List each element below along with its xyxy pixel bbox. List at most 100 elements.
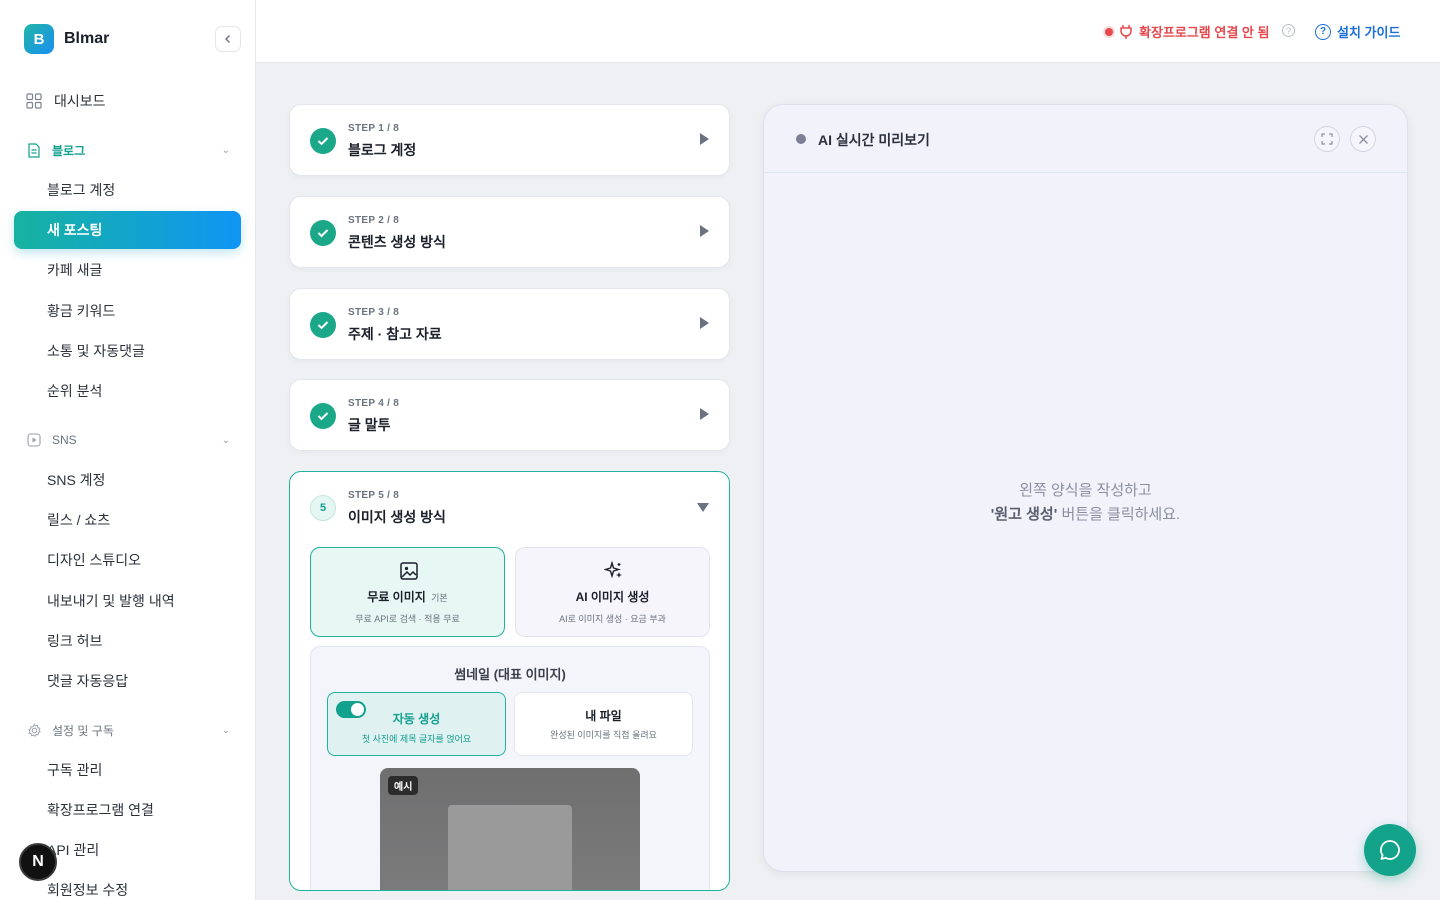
step-card-4[interactable]: STEP 4 / 8 글 말투 [289, 379, 730, 451]
sidebar-item-golden-keyword[interactable]: 황금 키워드 [47, 300, 115, 322]
extension-status-label: 확장프로그램 연결 안 됨 [1139, 25, 1270, 40]
free-image-option[interactable]: 무료 이미지 기본 무료 API로 검색 · 적용 무료 [310, 547, 505, 637]
chat-button[interactable] [1364, 824, 1416, 876]
step-card-5: 5 STEP 5 / 8 이미지 생성 방식 무료 이미지 기본 무료 API로… [289, 471, 730, 891]
chevron-down-icon: ⌄ [221, 145, 230, 156]
sidebar-item-design-studio[interactable]: 디자인 스튜디오 [47, 549, 141, 571]
preview-title: AI 실시간 미리보기 [818, 132, 930, 148]
image-icon [400, 562, 418, 580]
sidebar-item-blog-account[interactable]: 블로그 계정 [47, 179, 115, 201]
collapse-step-toggle[interactable] [697, 503, 709, 512]
sidebar-section-label: 블로그 [52, 144, 86, 158]
check-icon [310, 312, 336, 338]
auto-thumbnail-option[interactable]: 자동 생성 첫 사진에 제목 글자를 얹어요 [327, 692, 506, 756]
step-tag: STEP 3 / 8 [348, 307, 400, 318]
thumbnail-example-preview: 예시 [380, 768, 640, 890]
preview-msg-rest: 버튼을 클릭하세요. [1057, 506, 1181, 523]
preview-msg-line1: 왼쪽 양식을 작성하고 [1019, 482, 1152, 499]
expand-button[interactable] [1314, 126, 1340, 152]
chevron-right-icon [700, 225, 709, 237]
example-image-placeholder [448, 805, 572, 890]
sidebar-item-link-hub[interactable]: 링크 허브 [47, 630, 102, 652]
check-icon [310, 403, 336, 429]
sidebar-item-profile-edit[interactable]: 회원정보 수정 [47, 879, 128, 900]
document-icon [26, 143, 42, 159]
sidebar-section-label: 설정 및 구독 [52, 724, 114, 738]
chevron-right-icon [700, 133, 709, 145]
preview-status-dot [796, 134, 806, 144]
sidebar-section-settings[interactable]: 설정 및 구독 ⌄ [26, 722, 230, 739]
my-file-title: 내 파일 [585, 709, 622, 723]
step-card-3[interactable]: STEP 3 / 8 주제 · 참고 자료 [289, 288, 730, 360]
step-tag: STEP 4 / 8 [348, 398, 400, 409]
step-card-2[interactable]: STEP 2 / 8 콘텐츠 생성 방식 [289, 196, 730, 268]
preview-empty-message: 왼쪽 양식을 작성하고 '원고 생성' 버튼을 클릭하세요. [764, 479, 1407, 527]
preview-header: AI 실시간 미리보기 [764, 105, 1407, 173]
ai-image-desc: AI로 이미지 생성 · 요금 부과 [559, 614, 666, 624]
step-card-1[interactable]: STEP 1 / 8 블로그 계정 [289, 104, 730, 176]
ai-image-option[interactable]: AI 이미지 생성 AI로 이미지 생성 · 요금 부과 [515, 547, 710, 637]
play-icon [26, 432, 42, 448]
question-circle-icon: ? [1315, 23, 1331, 40]
chevron-down-icon: ⌄ [221, 434, 230, 446]
sidebar-item-extension-connect[interactable]: 확장프로그램 연결 [47, 799, 154, 821]
sidebar-section-label: SNS [52, 433, 77, 447]
step-title: 블로그 계정 [348, 142, 417, 158]
my-file-desc: 완성된 이미지를 직접 올려요 [550, 730, 657, 740]
sidebar-section-blog[interactable]: 블로그 ⌄ [26, 142, 230, 159]
brand[interactable]: B Blmar [24, 24, 109, 54]
sparkles-icon [604, 561, 622, 579]
free-image-desc: 무료 API로 검색 · 적용 무료 [355, 614, 460, 624]
check-icon [310, 128, 336, 154]
gear-icon [26, 723, 42, 739]
sidebar-item-sns-account[interactable]: SNS 계정 [47, 469, 105, 491]
collapse-sidebar-button[interactable] [215, 26, 241, 52]
step-title: 글 말투 [348, 417, 391, 433]
sidebar-item-rank-analysis[interactable]: 순위 분석 [47, 380, 102, 402]
preview-msg-line2: '원고 생성' 버튼을 클릭하세요. [764, 503, 1407, 527]
thumbnail-section: 썸네일 (대표 이미지) 자동 생성 첫 사진에 제목 글자를 얹어요 내 파일… [310, 646, 710, 890]
example-badge: 예시 [388, 776, 419, 795]
sidebar-item-new-post[interactable]: 새 포스팅 [14, 211, 241, 249]
sidebar-section-sns[interactable]: SNS ⌄ [26, 432, 230, 448]
sidebar-item-label: 대시보드 [54, 93, 106, 109]
my-file-option[interactable]: 내 파일 완성된 이미지를 직접 올려요 [514, 692, 693, 756]
step-tag: STEP 5 / 8 [348, 490, 400, 501]
step-title: 주제 · 참고 자료 [348, 326, 442, 342]
avatar[interactable]: N [19, 843, 57, 881]
step-tag: STEP 2 / 8 [348, 215, 400, 226]
brand-logo: B [24, 24, 54, 54]
install-guide-label: 설치 가이드 [1337, 25, 1401, 40]
step-tag: STEP 1 / 8 [348, 123, 400, 134]
install-guide-link[interactable]: ? 설치 가이드 [1315, 22, 1400, 41]
help-icon[interactable]: ? [1282, 24, 1295, 37]
sidebar-item-dashboard[interactable]: 대시보드 [26, 91, 106, 111]
sidebar-item-export-history[interactable]: 내보내기 및 발행 내역 [47, 590, 175, 612]
check-icon [310, 220, 336, 246]
preview-msg-bold: '원고 생성' [990, 506, 1058, 523]
chevron-left-icon [225, 35, 230, 43]
chevron-right-icon [700, 317, 709, 329]
close-icon [1358, 134, 1368, 144]
option-sub: 기본 [431, 593, 448, 603]
sidebar-item-cafe-new[interactable]: 카페 새글 [47, 259, 102, 281]
grid-icon [26, 93, 42, 109]
brand-name: Blmar [64, 30, 110, 47]
step-number: 5 [310, 495, 336, 521]
ai-preview-panel: AI 실시간 미리보기 왼쪽 양식을 작성하고 '원고 생성' 버튼을 클릭하세… [763, 104, 1408, 872]
extension-status[interactable]: 확장프로그램 연결 안 됨 [1105, 22, 1269, 41]
close-button[interactable] [1350, 126, 1376, 152]
topbar: 확장프로그램 연결 안 됨 ? ? 설치 가이드 [256, 0, 1440, 63]
step-title: 이미지 생성 방식 [348, 509, 446, 525]
sidebar-item-subscription[interactable]: 구독 관리 [47, 759, 102, 781]
expand-icon [1321, 133, 1333, 145]
free-image-title: 무료 이미지 기본 [311, 588, 504, 605]
sidebar-item-auto-comment[interactable]: 소통 및 자동댓글 [47, 340, 145, 362]
option-title: 무료 이미지 [367, 590, 426, 604]
thumbnail-heading: 썸네일 (대표 이미지) [454, 667, 566, 682]
sidebar-item-comment-autoreply[interactable]: 댓글 자동응답 [47, 670, 128, 692]
chevron-down-icon: ⌄ [221, 725, 230, 736]
auto-thumbnail-desc: 첫 사진에 제목 글자를 얹어요 [361, 734, 472, 744]
sidebar-item-reels-shorts[interactable]: 릴스 / 쇼츠 [47, 509, 110, 531]
ai-image-title: AI 이미지 생성 [575, 590, 650, 604]
